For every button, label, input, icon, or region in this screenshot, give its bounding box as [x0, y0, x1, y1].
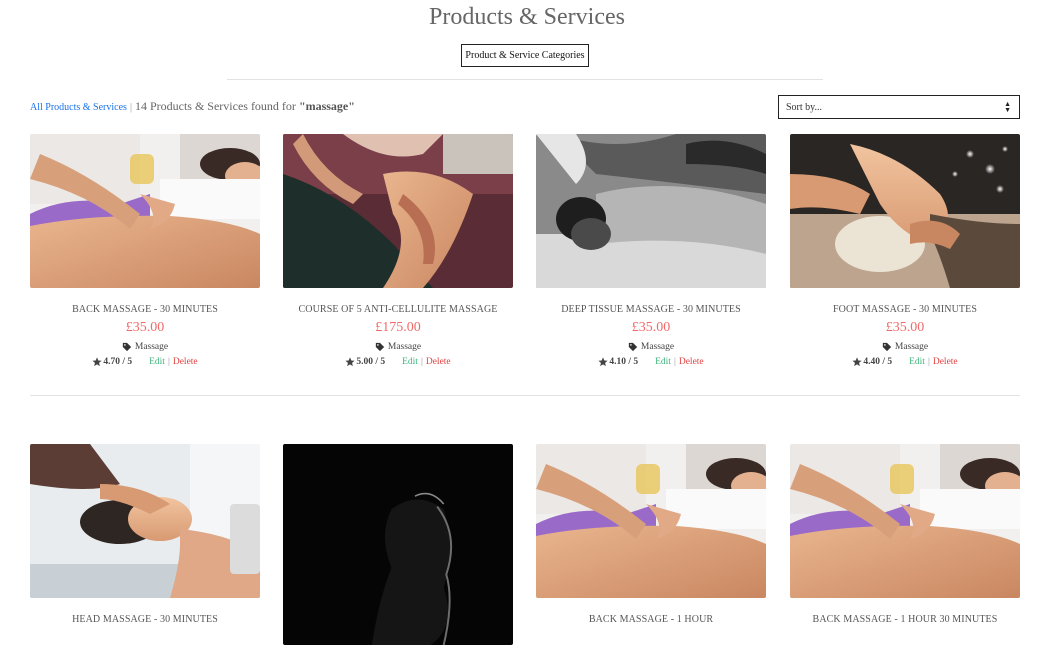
category-label: Massage [134, 342, 169, 352]
rating-value: 4.40 / 5 [863, 357, 893, 367]
tag-icon [122, 342, 132, 352]
product-name[interactable]: DEEP TISSUE MASSAGE - 30 MINUTES [536, 304, 766, 315]
edit-link[interactable]: Edit [655, 357, 671, 367]
product-image[interactable] [790, 134, 1020, 288]
category-label: Massage [894, 342, 929, 352]
rating-value: 4.70 / 5 [103, 357, 133, 367]
head-massage-photo [30, 444, 260, 598]
product-image[interactable] [283, 134, 513, 288]
product-category[interactable]: Massage [30, 342, 260, 352]
product-card[interactable]: HEAD MASSAGE - 30 MINUTES [30, 444, 260, 625]
product-meta: 4.70 / 5 Edit | Delete [30, 357, 260, 367]
product-meta: 4.10 / 5 Edit | Delete [536, 357, 766, 367]
product-image[interactable] [536, 134, 766, 288]
oil-back-massage-photo [790, 444, 1020, 598]
link-separator: | [927, 357, 930, 367]
link-separator: | [420, 357, 423, 367]
product-card[interactable]: BACK MASSAGE - 1 HOUR 30 MINUTES [790, 444, 1020, 625]
link-separator: | [673, 357, 676, 367]
delete-link[interactable]: Delete [173, 357, 198, 367]
category-label: Massage [387, 342, 422, 352]
oil-back-massage-photo [30, 134, 260, 288]
product-card[interactable] [283, 444, 513, 645]
product-card[interactable]: DEEP TISSUE MASSAGE - 30 MINUTES £35.00 … [536, 134, 766, 367]
product-meta: 5.00 / 5 Edit | Delete [283, 357, 513, 367]
tag-icon [882, 342, 892, 352]
product-name[interactable]: FOOT MASSAGE - 30 MINUTES [790, 304, 1020, 315]
product-rating: 5.00 / 5 [345, 357, 385, 367]
product-name[interactable]: COURSE OF 5 ANTI-CELLULITE MASSAGE [283, 304, 513, 315]
product-name[interactable]: HEAD MASSAGE - 30 MINUTES [30, 614, 260, 625]
product-card[interactable]: FOOT MASSAGE - 30 MINUTES £35.00 Massage… [790, 134, 1020, 367]
all-products-link[interactable]: All Products & Services [30, 102, 127, 113]
results-summary: All Products & Services | 14 Products & … [30, 99, 355, 114]
product-category[interactable]: Massage [283, 342, 513, 352]
product-category[interactable]: Massage [790, 342, 1020, 352]
leg-massage-photo [283, 134, 513, 288]
product-card[interactable]: BACK MASSAGE - 1 HOUR [536, 444, 766, 625]
sort-arrows-icon: ▲ ▼ [1004, 100, 1011, 114]
star-icon [345, 357, 355, 367]
star-icon [92, 357, 102, 367]
product-rating: 4.10 / 5 [598, 357, 638, 367]
page-title: Products & Services [429, 4, 625, 30]
bw-deep-tissue-photo [536, 134, 766, 288]
rating-value: 4.10 / 5 [609, 357, 639, 367]
product-image[interactable] [30, 134, 260, 288]
delete-link[interactable]: Delete [679, 357, 704, 367]
product-category[interactable]: Massage [536, 342, 766, 352]
product-price: £35.00 [125, 320, 165, 335]
star-icon [852, 357, 862, 367]
product-name[interactable]: BACK MASSAGE - 1 HOUR [536, 614, 766, 625]
separator: | [129, 102, 132, 113]
product-image[interactable] [536, 444, 766, 598]
product-rating: 4.40 / 5 [852, 357, 892, 367]
dark-silhouette-photo [283, 444, 513, 645]
product-price: £35.00 [631, 320, 671, 335]
edit-link[interactable]: Edit [402, 357, 418, 367]
divider [227, 79, 823, 80]
edit-link[interactable]: Edit [909, 357, 925, 367]
delete-link[interactable]: Delete [426, 357, 451, 367]
product-meta: 4.40 / 5 Edit | Delete [790, 357, 1020, 367]
tag-icon [628, 342, 638, 352]
results-count: 14 Products & Services found for [134, 99, 296, 113]
search-query: "massage" [298, 99, 355, 113]
oil-back-massage-photo [536, 444, 766, 598]
delete-link[interactable]: Delete [933, 357, 958, 367]
category-label: Massage [640, 342, 675, 352]
product-name[interactable]: BACK MASSAGE - 30 MINUTES [30, 304, 260, 315]
row-divider [30, 395, 1020, 396]
edit-link[interactable]: Edit [149, 357, 165, 367]
foot-massage-photo [790, 134, 1020, 288]
product-image[interactable] [283, 444, 513, 645]
star-icon [598, 357, 608, 367]
product-image[interactable] [790, 444, 1020, 598]
sort-select[interactable]: Sort by... ▲ ▼ [778, 95, 1020, 119]
categories-button[interactable]: Product & Service Categories [461, 44, 589, 67]
tag-icon [375, 342, 385, 352]
sort-select-value: Sort by... [786, 101, 823, 113]
link-separator: | [167, 357, 170, 367]
product-image[interactable] [30, 444, 260, 598]
product-price: £175.00 [375, 320, 421, 335]
product-price: £35.00 [885, 320, 925, 335]
product-card[interactable]: BACK MASSAGE - 30 MINUTES £35.00 Massage… [30, 134, 260, 367]
rating-value: 5.00 / 5 [356, 357, 386, 367]
product-name[interactable]: BACK MASSAGE - 1 HOUR 30 MINUTES [790, 614, 1020, 625]
product-rating: 4.70 / 5 [92, 357, 132, 367]
product-card[interactable]: COURSE OF 5 ANTI-CELLULITE MASSAGE £175.… [283, 134, 513, 367]
